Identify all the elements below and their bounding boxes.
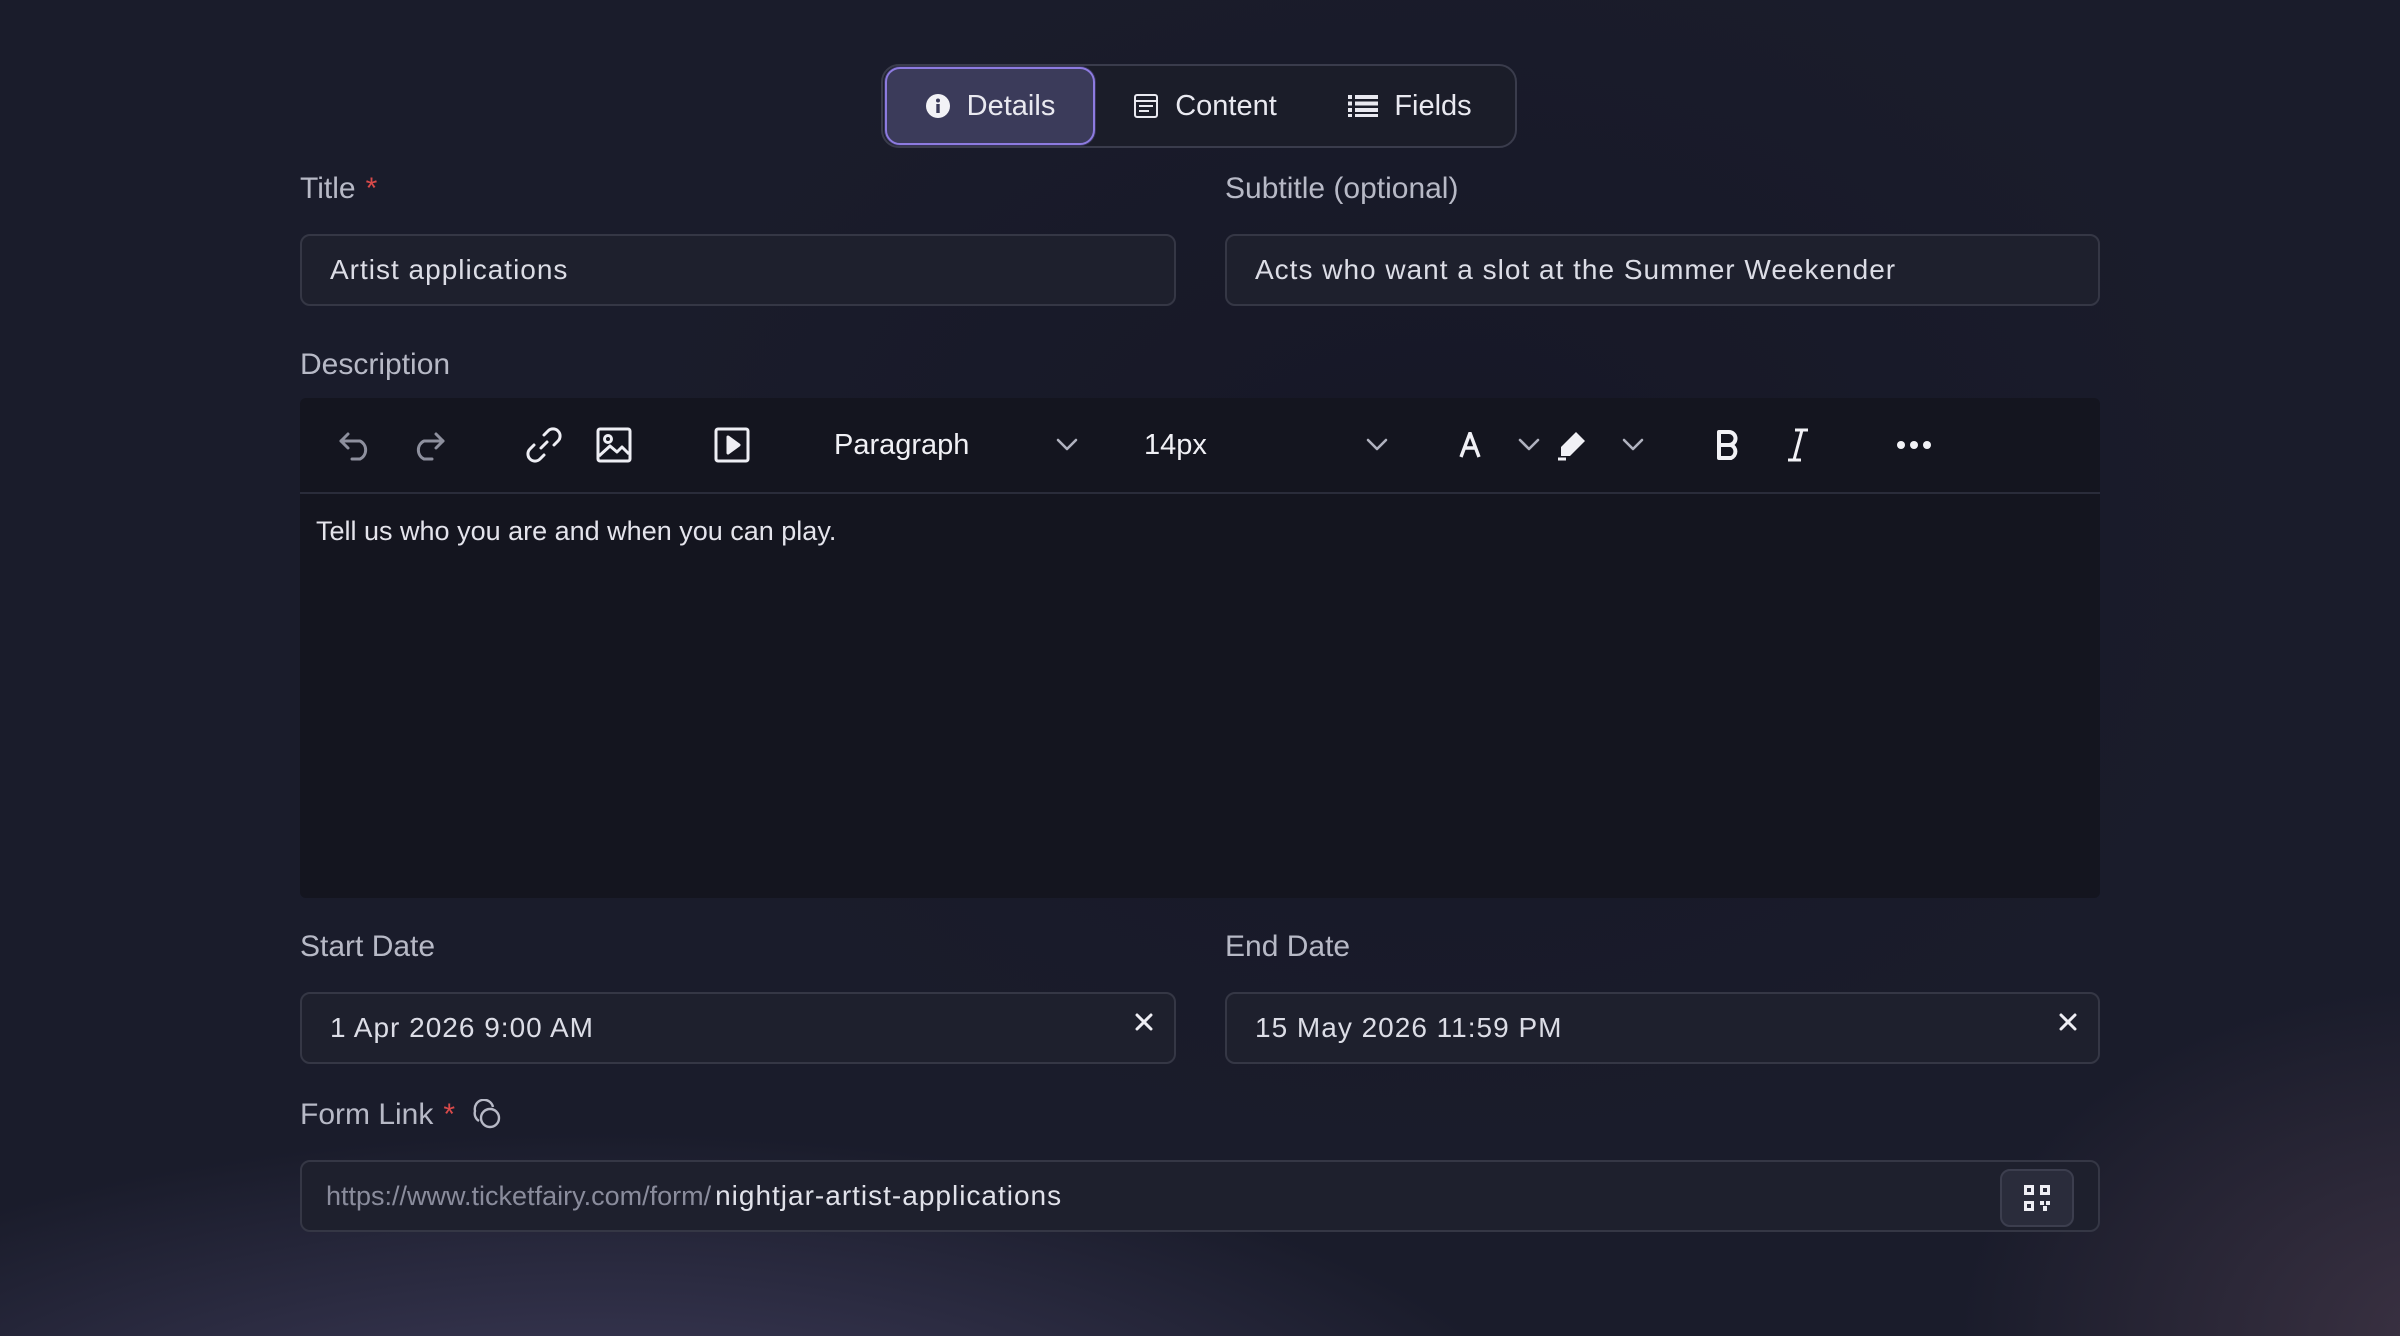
form-link-label: Form Link * [300,1098,503,1132]
copy-link-button[interactable] [471,1099,503,1131]
description-label: Description [300,348,451,381]
close-icon [1135,1013,1153,1031]
text-color-button[interactable] [1458,425,1540,465]
bold-button[interactable] [1708,425,1748,465]
italic-icon [1788,428,1808,462]
tab-details-label: Details [966,89,1056,122]
title-input[interactable]: Artist applications [300,234,1176,306]
highlighter-icon [1558,432,1585,461]
clear-start-date-button[interactable] [1130,1008,1158,1036]
chevron-down-icon [1366,438,1388,451]
subtitle-input[interactable]: Acts who want a slot at the Summer Weeke… [1225,234,2100,306]
text-color-icon [1459,432,1481,458]
more-options-button[interactable] [1892,425,1936,465]
more-icon [1897,441,1931,449]
title-label: Title * [300,172,378,205]
image-icon [596,427,632,463]
end-date-label: End Date [1225,930,1351,963]
italic-button[interactable] [1778,425,1818,465]
tab-content-label: Content [1175,89,1277,122]
bold-icon [1717,430,1738,460]
editor-content[interactable]: Tell us who you are and when you can pla… [300,494,2100,569]
start-date-input[interactable]: 1 Apr 2026 9:00 AM [300,992,1176,1064]
video-icon [714,427,750,463]
highlight-color-button[interactable] [1556,425,1644,465]
tab-bar: Details Content Fields [881,64,1517,148]
end-date-input[interactable]: 15 May 2026 11:59 PM [1225,992,2100,1064]
chevron-down-icon [1056,438,1078,451]
copy-icon [473,1099,501,1129]
undo-button[interactable] [336,425,376,465]
list-icon [1348,94,1379,118]
redo-icon [416,432,445,461]
font-size-select[interactable]: 14px [1144,420,1388,470]
info-icon [925,93,951,119]
tab-fields[interactable]: Fields [1315,67,1505,145]
document-icon [1133,93,1159,119]
required-mark: * [443,1098,456,1131]
undo-icon [339,432,368,461]
tab-details[interactable]: Details [885,67,1095,145]
required-mark: * [365,172,378,205]
insert-link-button[interactable] [524,425,564,465]
tab-content[interactable]: Content [1095,67,1315,145]
form-link-slug: nightjar-artist-applications [715,1180,1063,1211]
form-link-input[interactable]: https://www.ticketfairy.com/form/ nightj… [300,1160,2100,1232]
insert-image-button[interactable] [594,425,634,465]
form-link-prefix: https://www.ticketfairy.com/form/ [326,1180,712,1211]
block-format-select[interactable]: Paragraph [834,420,1078,470]
qr-code-icon [2024,1185,2050,1211]
tab-fields-label: Fields [1394,89,1472,122]
close-icon [2059,1013,2077,1031]
chevron-down-icon [1622,438,1644,451]
qr-code-button[interactable] [2000,1169,2074,1227]
start-date-label: Start Date [300,930,436,963]
rich-text-editor: Paragraph 14px Tell us who you are and w… [300,398,2100,898]
insert-video-button[interactable] [712,425,752,465]
subtitle-label: Subtitle (optional) [1225,172,1459,205]
editor-toolbar: Paragraph 14px [300,398,2100,494]
redo-button[interactable] [408,425,448,465]
link-icon [526,427,562,463]
clear-end-date-button[interactable] [2054,1008,2082,1036]
chevron-down-icon [1518,438,1540,451]
